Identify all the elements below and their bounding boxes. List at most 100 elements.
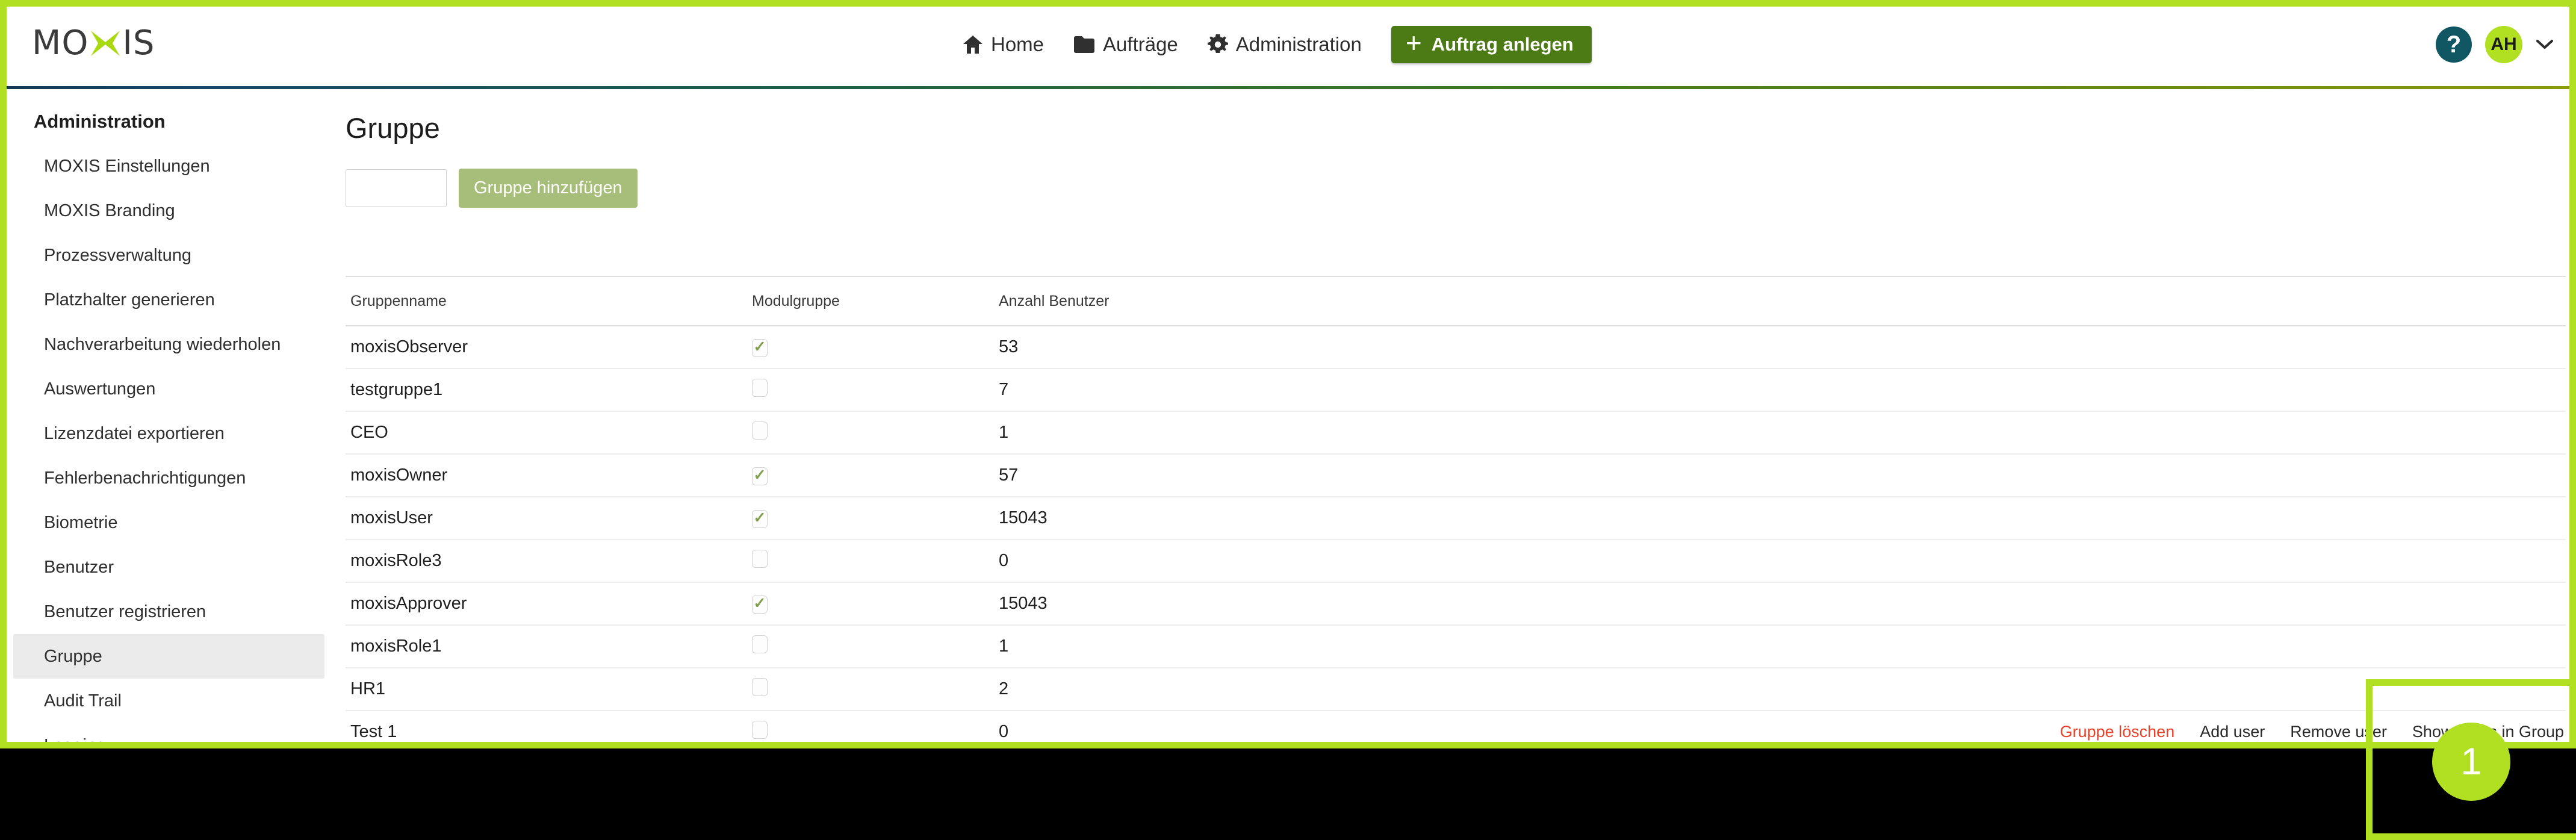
- sidebar-menu: MOXIS Einstellungen MOXIS Branding Proze…: [7, 144, 332, 742]
- cell-gruppenname: moxisObserver: [346, 326, 752, 369]
- sidebar-item-gruppe[interactable]: Gruppe: [13, 634, 324, 679]
- sidebar-item-benutzer[interactable]: Benutzer: [13, 545, 324, 590]
- add-user-link[interactable]: Add user: [2200, 723, 2265, 741]
- sidebar-item-moxis-branding[interactable]: MOXIS Branding: [13, 188, 324, 233]
- table-row[interactable]: CEO 1: [346, 411, 2566, 455]
- table-row[interactable]: moxisRole1 1: [346, 625, 2566, 668]
- modulgruppe-checkbox[interactable]: [752, 421, 768, 440]
- col-header-anzahl-benutzer: Anzahl Benutzer: [998, 276, 1885, 326]
- modulgruppe-checkbox[interactable]: [752, 549, 768, 568]
- cell-actions: [1885, 326, 2566, 369]
- cell-modulgruppe: [752, 411, 998, 455]
- check-icon: ✓: [753, 338, 766, 355]
- modulgruppe-checkbox[interactable]: ✓: [752, 509, 768, 528]
- cell-actions: [1885, 411, 2566, 455]
- sidebar-item-label: Logging: [44, 736, 106, 742]
- table-row[interactable]: HR1 2: [346, 668, 2566, 711]
- create-auftrag-button[interactable]: + Auftrag anlegen: [1391, 25, 1592, 64]
- screenshot-root: MO IS Home Aufträge Administration + Auf…: [0, 0, 2576, 840]
- cell-gruppenname: testgruppe1: [346, 369, 752, 412]
- logo-text-left: MO: [32, 23, 89, 63]
- nav-item-auftraege[interactable]: Aufträge: [1073, 33, 1178, 56]
- group-name-input[interactable]: [346, 169, 447, 207]
- sidebar-item-label: Lizenzdatei exportieren: [44, 423, 225, 443]
- sidebar-item-logging[interactable]: Logging: [13, 723, 324, 742]
- table-row[interactable]: testgruppe1 7: [346, 369, 2566, 412]
- table-row[interactable]: moxisObserver ✓ 53: [346, 326, 2566, 369]
- cell-modulgruppe: [752, 625, 998, 668]
- nav-item-home[interactable]: Home: [963, 33, 1044, 56]
- folder-icon: [1073, 36, 1095, 54]
- modulgruppe-checkbox[interactable]: [752, 635, 768, 653]
- nav-label-auftraege: Aufträge: [1103, 33, 1178, 55]
- help-icon[interactable]: ?: [2436, 26, 2472, 63]
- top-navigation: Home Aufträge Administration + Auftrag a…: [963, 23, 1592, 66]
- modulgruppe-checkbox[interactable]: [752, 720, 768, 739]
- table-row[interactable]: moxisUser ✓ 15043: [346, 497, 2566, 540]
- avatar[interactable]: AH: [2485, 26, 2522, 63]
- col-header-modulgruppe: Modulgruppe: [752, 276, 998, 326]
- cell-actions: [1885, 369, 2566, 412]
- modulgruppe-checkbox[interactable]: ✓: [752, 595, 768, 614]
- table-header-row: Gruppenname Modulgruppe Anzahl Benutzer: [346, 276, 2566, 326]
- modulgruppe-checkbox[interactable]: [752, 677, 768, 696]
- table-row[interactable]: moxisOwner ✓ 57: [346, 454, 2566, 497]
- cell-anzahl-benutzer: 2: [998, 668, 1885, 711]
- check-icon: ✓: [753, 509, 766, 526]
- groups-table-head: Gruppenname Modulgruppe Anzahl Benutzer: [346, 276, 2566, 326]
- sidebar-item-label: Platzhalter generieren: [44, 290, 215, 310]
- sidebar-item-fehlerbenachrichtigungen[interactable]: Fehlerbenachrichtigungen: [13, 456, 324, 500]
- cell-modulgruppe: [752, 540, 998, 583]
- annotation-step-badge: 1: [2432, 723, 2510, 801]
- table-row-selected[interactable]: Test 1 0 Gruppe löschen Add user Remove …: [346, 711, 2566, 742]
- modulgruppe-checkbox[interactable]: ✓: [752, 338, 768, 357]
- nav-label-home: Home: [991, 33, 1044, 55]
- administration-sidebar: Administration MOXIS Einstellungen MOXIS…: [7, 89, 332, 742]
- home-icon: [963, 35, 983, 54]
- add-group-button[interactable]: Gruppe hinzufügen: [459, 169, 638, 208]
- sidebar-item-biometrie[interactable]: Biometrie: [13, 500, 324, 545]
- sidebar-item-moxis-einstellungen[interactable]: MOXIS Einstellungen: [13, 144, 324, 188]
- cell-gruppenname: moxisApprover: [346, 582, 752, 626]
- delete-group-link[interactable]: Gruppe löschen: [2060, 723, 2175, 741]
- groups-table-body: moxisObserver ✓ 53 testgruppe1 7 CEO 1 m…: [346, 326, 2566, 742]
- nav-label-administration: Administration: [1235, 33, 1362, 55]
- cell-modulgruppe: [752, 711, 998, 742]
- cell-modulgruppe: [752, 668, 998, 711]
- cell-actions: [1885, 497, 2566, 540]
- sidebar-item-prozessverwaltung[interactable]: Prozessverwaltung: [13, 233, 324, 278]
- sidebar-item-benutzer-registrieren[interactable]: Benutzer registrieren: [13, 590, 324, 634]
- cell-anzahl-benutzer: 57: [998, 454, 1885, 497]
- table-row[interactable]: moxisApprover ✓ 15043: [346, 582, 2566, 626]
- table-row[interactable]: moxisRole3 0: [346, 540, 2566, 583]
- check-icon: ✓: [753, 595, 766, 612]
- cell-actions: [1885, 454, 2566, 497]
- page-title: Gruppe: [346, 112, 440, 144]
- sidebar-item-platzhalter-generieren[interactable]: Platzhalter generieren: [13, 278, 324, 322]
- sidebar-item-lizenzdatei-exportieren[interactable]: Lizenzdatei exportieren: [13, 411, 324, 456]
- annotation-step-number: 1: [2460, 741, 2482, 783]
- avatar-initials: AH: [2491, 34, 2517, 54]
- sidebar-item-label: Audit Trail: [44, 691, 122, 711]
- check-icon: ✓: [753, 467, 766, 484]
- moxis-app-window: MO IS Home Aufträge Administration + Auf…: [7, 7, 2569, 742]
- sidebar-item-nachverarbeitung-wiederholen[interactable]: Nachverarbeitung wiederholen: [13, 322, 324, 367]
- cell-anzahl-benutzer: 53: [998, 326, 1885, 369]
- cell-gruppenname: HR1: [346, 668, 752, 711]
- remove-user-link[interactable]: Remove user: [2290, 723, 2387, 741]
- sidebar-item-label: Prozessverwaltung: [44, 245, 191, 265]
- modulgruppe-checkbox[interactable]: ✓: [752, 467, 768, 485]
- cell-gruppenname: moxisOwner: [346, 454, 752, 497]
- sidebar-item-label: Benutzer: [44, 557, 114, 577]
- modulgruppe-checkbox[interactable]: [752, 378, 768, 397]
- moxis-x-icon: [90, 30, 121, 57]
- moxis-logo[interactable]: MO IS: [32, 25, 188, 62]
- sidebar-item-auswertungen[interactable]: Auswertungen: [13, 367, 324, 411]
- cell-modulgruppe: ✓: [752, 582, 998, 626]
- cell-anzahl-benutzer: 0: [998, 711, 1885, 742]
- chevron-down-icon[interactable]: [2536, 36, 2554, 54]
- top-header-bar: MO IS Home Aufträge Administration + Auf…: [7, 7, 2569, 89]
- cell-anzahl-benutzer: 1: [998, 625, 1885, 668]
- sidebar-item-audit-trail[interactable]: Audit Trail: [13, 679, 324, 723]
- nav-item-administration[interactable]: Administration: [1207, 33, 1362, 56]
